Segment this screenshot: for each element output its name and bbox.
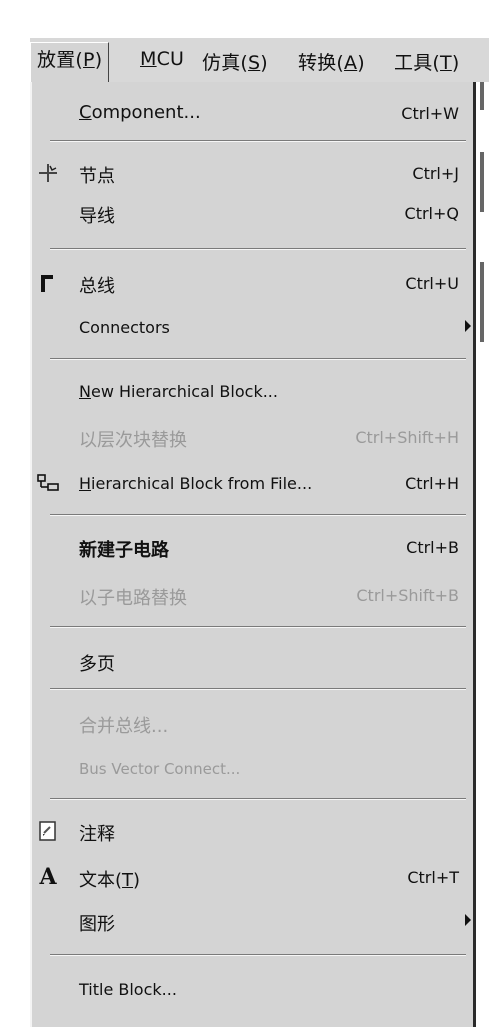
menu-item-replace-by-hierarchical-block: 以层次块替换 Ctrl+Shift+H: [32, 418, 473, 458]
menu-item-bus-vector-connect: Bus Vector Connect...: [32, 750, 473, 790]
hierarchical-block-icon: [36, 471, 60, 495]
new-subcircuit-shortcut: Ctrl+B: [406, 538, 459, 557]
separator: [50, 954, 466, 956]
merge-bus-label: 合并总线...: [79, 716, 169, 737]
new-hierarchical-block-label: New Hierarchical Block...: [79, 382, 278, 401]
separator: [50, 140, 466, 142]
bus-label: 总线: [79, 276, 115, 297]
new-subcircuit-label: 新建子电路: [79, 540, 169, 561]
separator: [50, 626, 466, 628]
bus-icon: [36, 271, 60, 295]
menu-item-new-subcircuit[interactable]: 新建子电路 Ctrl+B: [32, 528, 473, 568]
menu-item-graphics[interactable]: 图形: [32, 902, 473, 942]
menu-item-bus[interactable]: 总线 Ctrl+U: [32, 264, 473, 304]
menu-simulate[interactable]: 仿真(S): [202, 48, 268, 75]
background-strip: [476, 82, 489, 1027]
menu-item-new-hierarchical-block[interactable]: New Hierarchical Block...: [32, 372, 473, 412]
component-label: Component...: [79, 102, 201, 123]
replace-by-subcircuit-label: 以子电路替换: [79, 588, 187, 609]
comment-label: 注释: [79, 824, 115, 845]
menu-item-hierarchical-block-from-file[interactable]: Hierarchical Block from File... Ctrl+H: [32, 464, 473, 504]
title-block-label: Title Block...: [79, 980, 177, 999]
text-icon: A: [39, 864, 57, 890]
menu-item-connectors[interactable]: Connectors: [32, 308, 473, 348]
menu-item-text[interactable]: A 文本(T) Ctrl+T: [32, 858, 473, 898]
bus-vector-connect-label: Bus Vector Connect...: [79, 760, 241, 778]
menu-item-multi-page[interactable]: 多页: [32, 642, 473, 682]
graphics-label: 图形: [79, 914, 115, 935]
hierarchical-block-from-file-label: Hierarchical Block from File...: [79, 474, 313, 493]
junction-shortcut: Ctrl+J: [412, 164, 459, 183]
separator: [50, 514, 466, 516]
place-dropdown-menu: Component... Ctrl+W 节点 Ctrl+J 导线 Ctrl+Q …: [30, 82, 476, 1027]
submenu-arrow-icon: [465, 320, 471, 332]
menu-item-junction[interactable]: 节点 Ctrl+J: [32, 154, 473, 194]
menu-mcu[interactable]: MCU: [140, 48, 184, 70]
menu-place[interactable]: 放置(P): [30, 42, 110, 85]
wire-shortcut: Ctrl+Q: [404, 204, 459, 223]
junction-icon: [36, 161, 60, 185]
connectors-label: Connectors: [79, 318, 170, 337]
junction-label: 节点: [79, 166, 115, 187]
bus-shortcut: Ctrl+U: [405, 274, 459, 293]
menu-item-comment[interactable]: 注释: [32, 812, 473, 852]
multi-page-label: 多页: [79, 654, 115, 675]
menu-transfer[interactable]: 转换(A): [298, 48, 365, 75]
submenu-arrow-icon: [465, 914, 471, 926]
menu-item-replace-by-subcircuit: 以子电路替换 Ctrl+Shift+B: [32, 576, 473, 616]
menu-tools[interactable]: 工具(T): [394, 48, 459, 75]
comment-icon: [36, 819, 60, 843]
menu-item-title-block[interactable]: Title Block...: [32, 970, 473, 1010]
replace-by-hierarchical-label: 以层次块替换: [79, 430, 187, 451]
text-shortcut: Ctrl+T: [407, 868, 459, 887]
menu-item-component[interactable]: Component... Ctrl+W: [32, 94, 473, 134]
wire-label: 导线: [79, 206, 115, 227]
separator: [50, 248, 466, 250]
hierarchical-block-from-file-shortcut: Ctrl+H: [405, 474, 459, 493]
replace-by-hierarchical-shortcut: Ctrl+Shift+H: [355, 428, 459, 447]
replace-by-subcircuit-shortcut: Ctrl+Shift+B: [356, 586, 459, 605]
text-label: 文本(T): [79, 870, 141, 891]
separator: [50, 688, 466, 690]
component-shortcut: Ctrl+W: [401, 104, 459, 123]
menu-bar: 放置(P) MCU 仿真(S) 转换(A) 工具(T): [30, 38, 489, 85]
separator: [50, 358, 466, 360]
menu-item-merge-bus: 合并总线...: [32, 704, 473, 744]
separator: [50, 798, 466, 800]
menu-item-wire[interactable]: 导线 Ctrl+Q: [32, 194, 473, 234]
